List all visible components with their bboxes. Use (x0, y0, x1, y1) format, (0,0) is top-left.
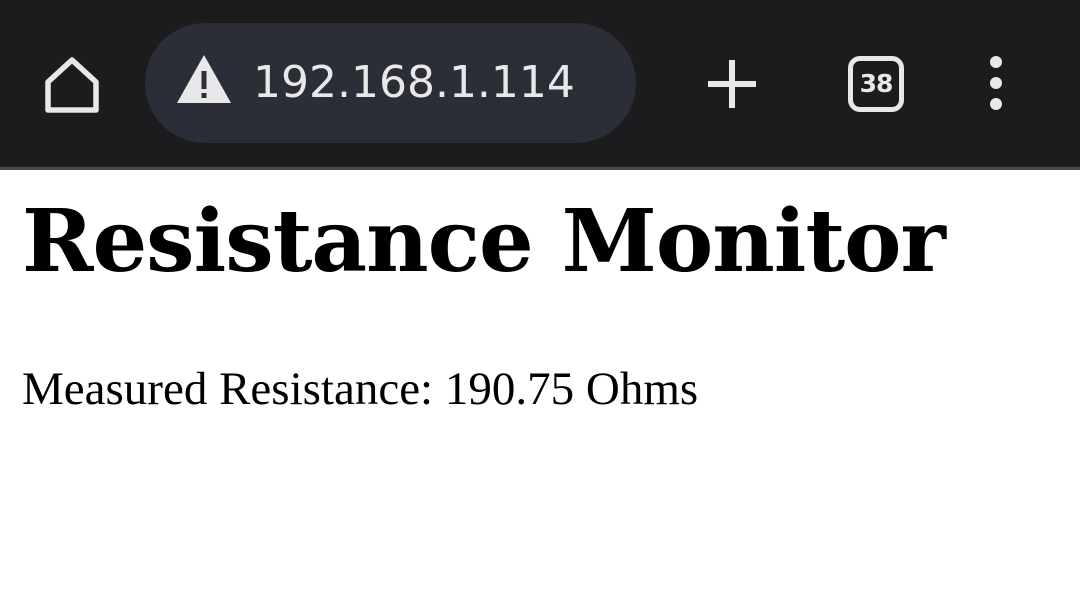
warning-icon[interactable] (175, 53, 233, 105)
measurement-unit: Ohms (585, 363, 699, 415)
address-bar[interactable]: 192.168.1.114 (145, 23, 636, 143)
more-vert-icon (976, 52, 1016, 116)
new-tab-button[interactable] (702, 54, 762, 114)
url-text[interactable]: 192.168.1.114 (253, 55, 575, 111)
tab-count: 38 (859, 69, 894, 98)
measurement-label: Measured Resistance: (22, 363, 434, 415)
more-menu-button[interactable] (976, 52, 1016, 116)
browser-toolbar: 192.168.1.114 38 (0, 0, 1080, 170)
home-icon (40, 52, 104, 116)
tab-switcher-button[interactable]: 38 (848, 56, 904, 112)
page-title: Resistance Monitor (22, 191, 946, 292)
resistance-reading: Measured Resistance: 190.75 Ohms (22, 362, 698, 416)
measurement-value: 190.75 (444, 363, 575, 415)
plus-icon (702, 54, 762, 114)
page-content: Resistance Monitor Measured Resistance: … (0, 170, 1080, 602)
home-button[interactable] (40, 52, 104, 116)
